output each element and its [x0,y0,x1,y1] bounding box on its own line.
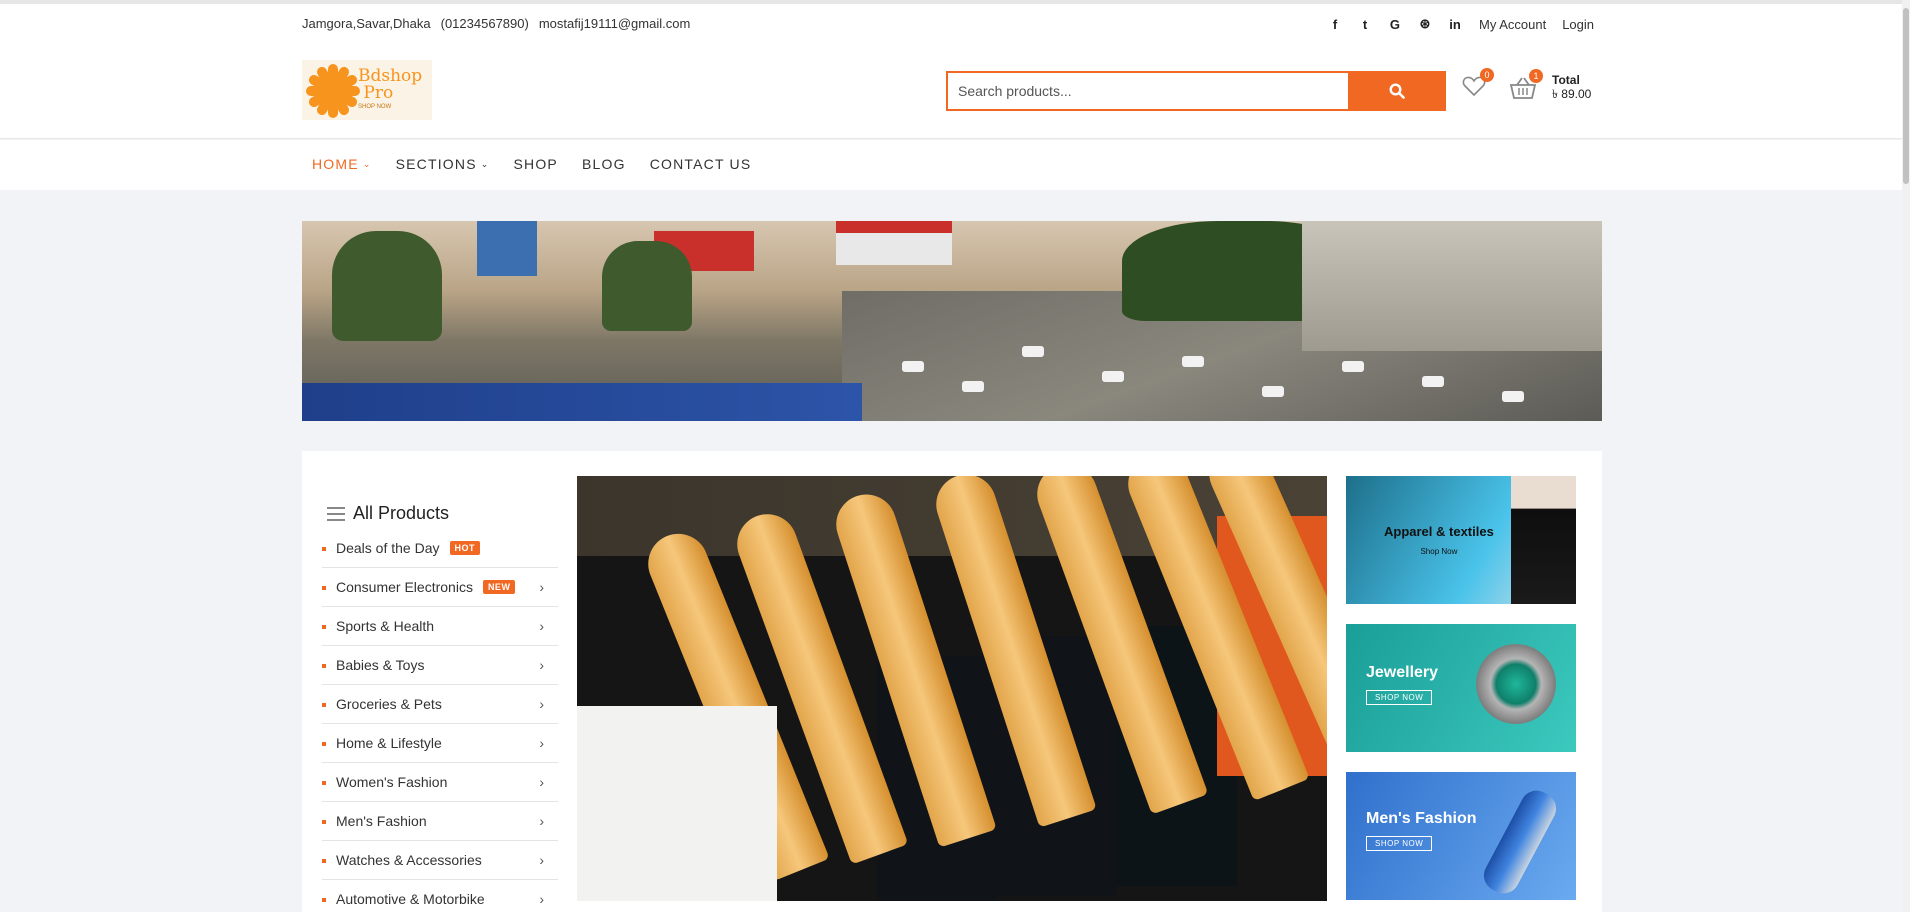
dribbble-icon[interactable]: ⊛ [1417,16,1433,32]
category-label: Deals of the Day [336,540,440,556]
logo-line-2: Pro [363,83,394,103]
wishlist-count-badge: 0 [1480,68,1494,82]
search-input[interactable] [946,71,1348,111]
chevron-right-icon: › [539,891,544,907]
category-label: Consumer Electronics [336,579,473,595]
login-link[interactable]: Login [1562,17,1594,32]
ring-image [1476,644,1556,724]
nav-item-blog[interactable]: BLOG [582,156,626,172]
nav-item-sections[interactable]: SECTIONS ⌄ [396,156,490,172]
cart-count-badge: 1 [1529,69,1543,83]
hero-banner[interactable] [302,221,1602,421]
category-item[interactable]: Sports & Health › [322,607,558,646]
category-tag-badge: HOT [449,541,480,555]
search-button[interactable] [1348,71,1446,111]
scrollbar-thumb[interactable] [1903,8,1909,184]
category-list: Deals of the Day HOT Consumer Electronics N… [322,529,558,912]
nav-item-shop[interactable]: SHOP [513,156,557,172]
chevron-down-icon: ⌄ [480,158,490,169]
nav-item-contact-us[interactable]: CONTACT US [650,156,752,172]
cart-total[interactable]: Total ৳ 89.00 [1552,73,1591,101]
promo-mens-button[interactable]: SHOP NOW [1366,836,1433,851]
nav-item-label: CONTACT US [649,156,752,172]
cart-button[interactable]: 1 [1509,69,1543,102]
logo-sun-icon [302,61,362,119]
promo-jewellery-title: Jewellery [1366,664,1439,681]
category-item[interactable]: Babies & Toys › [322,646,558,685]
my-account-link[interactable]: My Account [1479,17,1546,32]
search-icon [1389,83,1405,99]
chevron-right-icon: › [539,813,544,829]
all-products-heading[interactable]: All Products [327,503,449,524]
content-panel: All Products Deals of the Day HOT Consumer… [302,451,1602,912]
logo-text: Bdshop Pro SHOP NOW [358,68,422,112]
category-item[interactable]: Women's Fashion › [322,763,558,802]
contact-info: Jamgora,Savar,Dhaka (01234567890) mostaf… [302,16,690,31]
category-item[interactable]: Home & Lifestyle › [322,724,558,763]
category-item[interactable]: Watches & Accessories › [322,841,558,880]
chevron-right-icon: › [539,696,544,712]
category-label: Home & Lifestyle [336,735,442,751]
category-label: Men's Fashion [336,813,427,829]
category-label: Groceries & Pets [336,696,442,712]
nav-item-label: SHOP [513,156,558,172]
wishlist-button[interactable]: 0 [1462,68,1494,101]
chevron-right-icon: › [539,852,544,868]
trimmer-image [1478,784,1562,900]
chevron-right-icon: › [539,735,544,751]
chevron-right-icon: › [539,657,544,673]
linkedin-icon[interactable]: in [1447,17,1463,32]
menu-icon [327,506,345,521]
category-item[interactable]: Groceries & Pets › [322,685,558,724]
chevron-right-icon: › [539,579,544,595]
nav-item-home[interactable]: HOME ⌄ [312,156,372,172]
nav-item-label: HOME [312,156,359,172]
promo-mens-title: Men's Fashion [1366,810,1477,827]
total-label: Total [1552,73,1580,87]
page-scrollbar[interactable] [1902,0,1910,912]
category-item[interactable]: Automotive & Motorbike › [322,880,558,912]
site-header: Bdshop Pro SHOP NOW 0 1 Total [0,45,1910,139]
chevron-right-icon: › [539,774,544,790]
category-item[interactable]: Consumer Electronics NEW › [322,568,558,607]
category-label: Watches & Accessories [336,852,482,868]
category-label: Sports & Health [336,618,435,634]
promo-jewellery-button[interactable]: SHOP NOW [1366,690,1433,705]
promo-mens-fashion[interactable]: Men's Fashion SHOP NOW [1346,772,1576,900]
category-item[interactable]: Deals of the Day HOT [322,529,558,568]
twitter-icon[interactable]: t [1357,17,1373,32]
chevron-right-icon: › [539,618,544,634]
search-bar [946,71,1446,111]
google-plus-icon[interactable]: G [1387,17,1403,32]
phone-text: (01234567890) [440,16,529,31]
promo-apparel-link[interactable]: Shop Now [1384,547,1494,556]
all-products-title: All Products [353,503,450,523]
promo-jewellery[interactable]: Jewellery SHOP NOW [1346,624,1576,752]
hero-slider-image[interactable] [577,476,1327,901]
promo-apparel[interactable]: Apparel & textiles Shop Now [1346,476,1576,604]
model-image [1511,476,1576,604]
nav-item-label: BLOG [581,156,626,172]
promo-apparel-title: Apparel & textiles [1384,524,1494,539]
top-bar: Jamgora,Savar,Dhaka (01234567890) mostaf… [0,0,1910,45]
category-item[interactable]: Men's Fashion › [322,802,558,841]
main-nav: HOME ⌄ SECTIONS ⌄ SHOP BLOG CONTACT US [0,140,1910,190]
category-label: Automotive & Motorbike [336,891,485,907]
category-label: Women's Fashion [336,774,448,790]
chevron-down-icon: ⌄ [362,158,372,169]
nav-list: HOME ⌄ SECTIONS ⌄ SHOP BLOG CONTACT US [312,156,751,172]
email-text: mostafij19111@gmail.com [538,16,691,31]
facebook-icon[interactable]: f [1327,17,1343,32]
site-logo[interactable]: Bdshop Pro SHOP NOW [302,60,432,120]
total-value: ৳ 89.00 [1552,87,1592,101]
category-tag-badge: NEW [482,580,516,594]
logo-tagline: SHOP NOW [358,104,392,110]
top-bar-right: f t G ⊛ in My Account Login [1327,16,1594,32]
category-label: Babies & Toys [336,657,425,673]
address-text: Jamgora,Savar,Dhaka [302,16,431,31]
nav-item-label: SECTIONS [395,156,477,172]
social-links: f t G ⊛ in [1327,16,1463,32]
